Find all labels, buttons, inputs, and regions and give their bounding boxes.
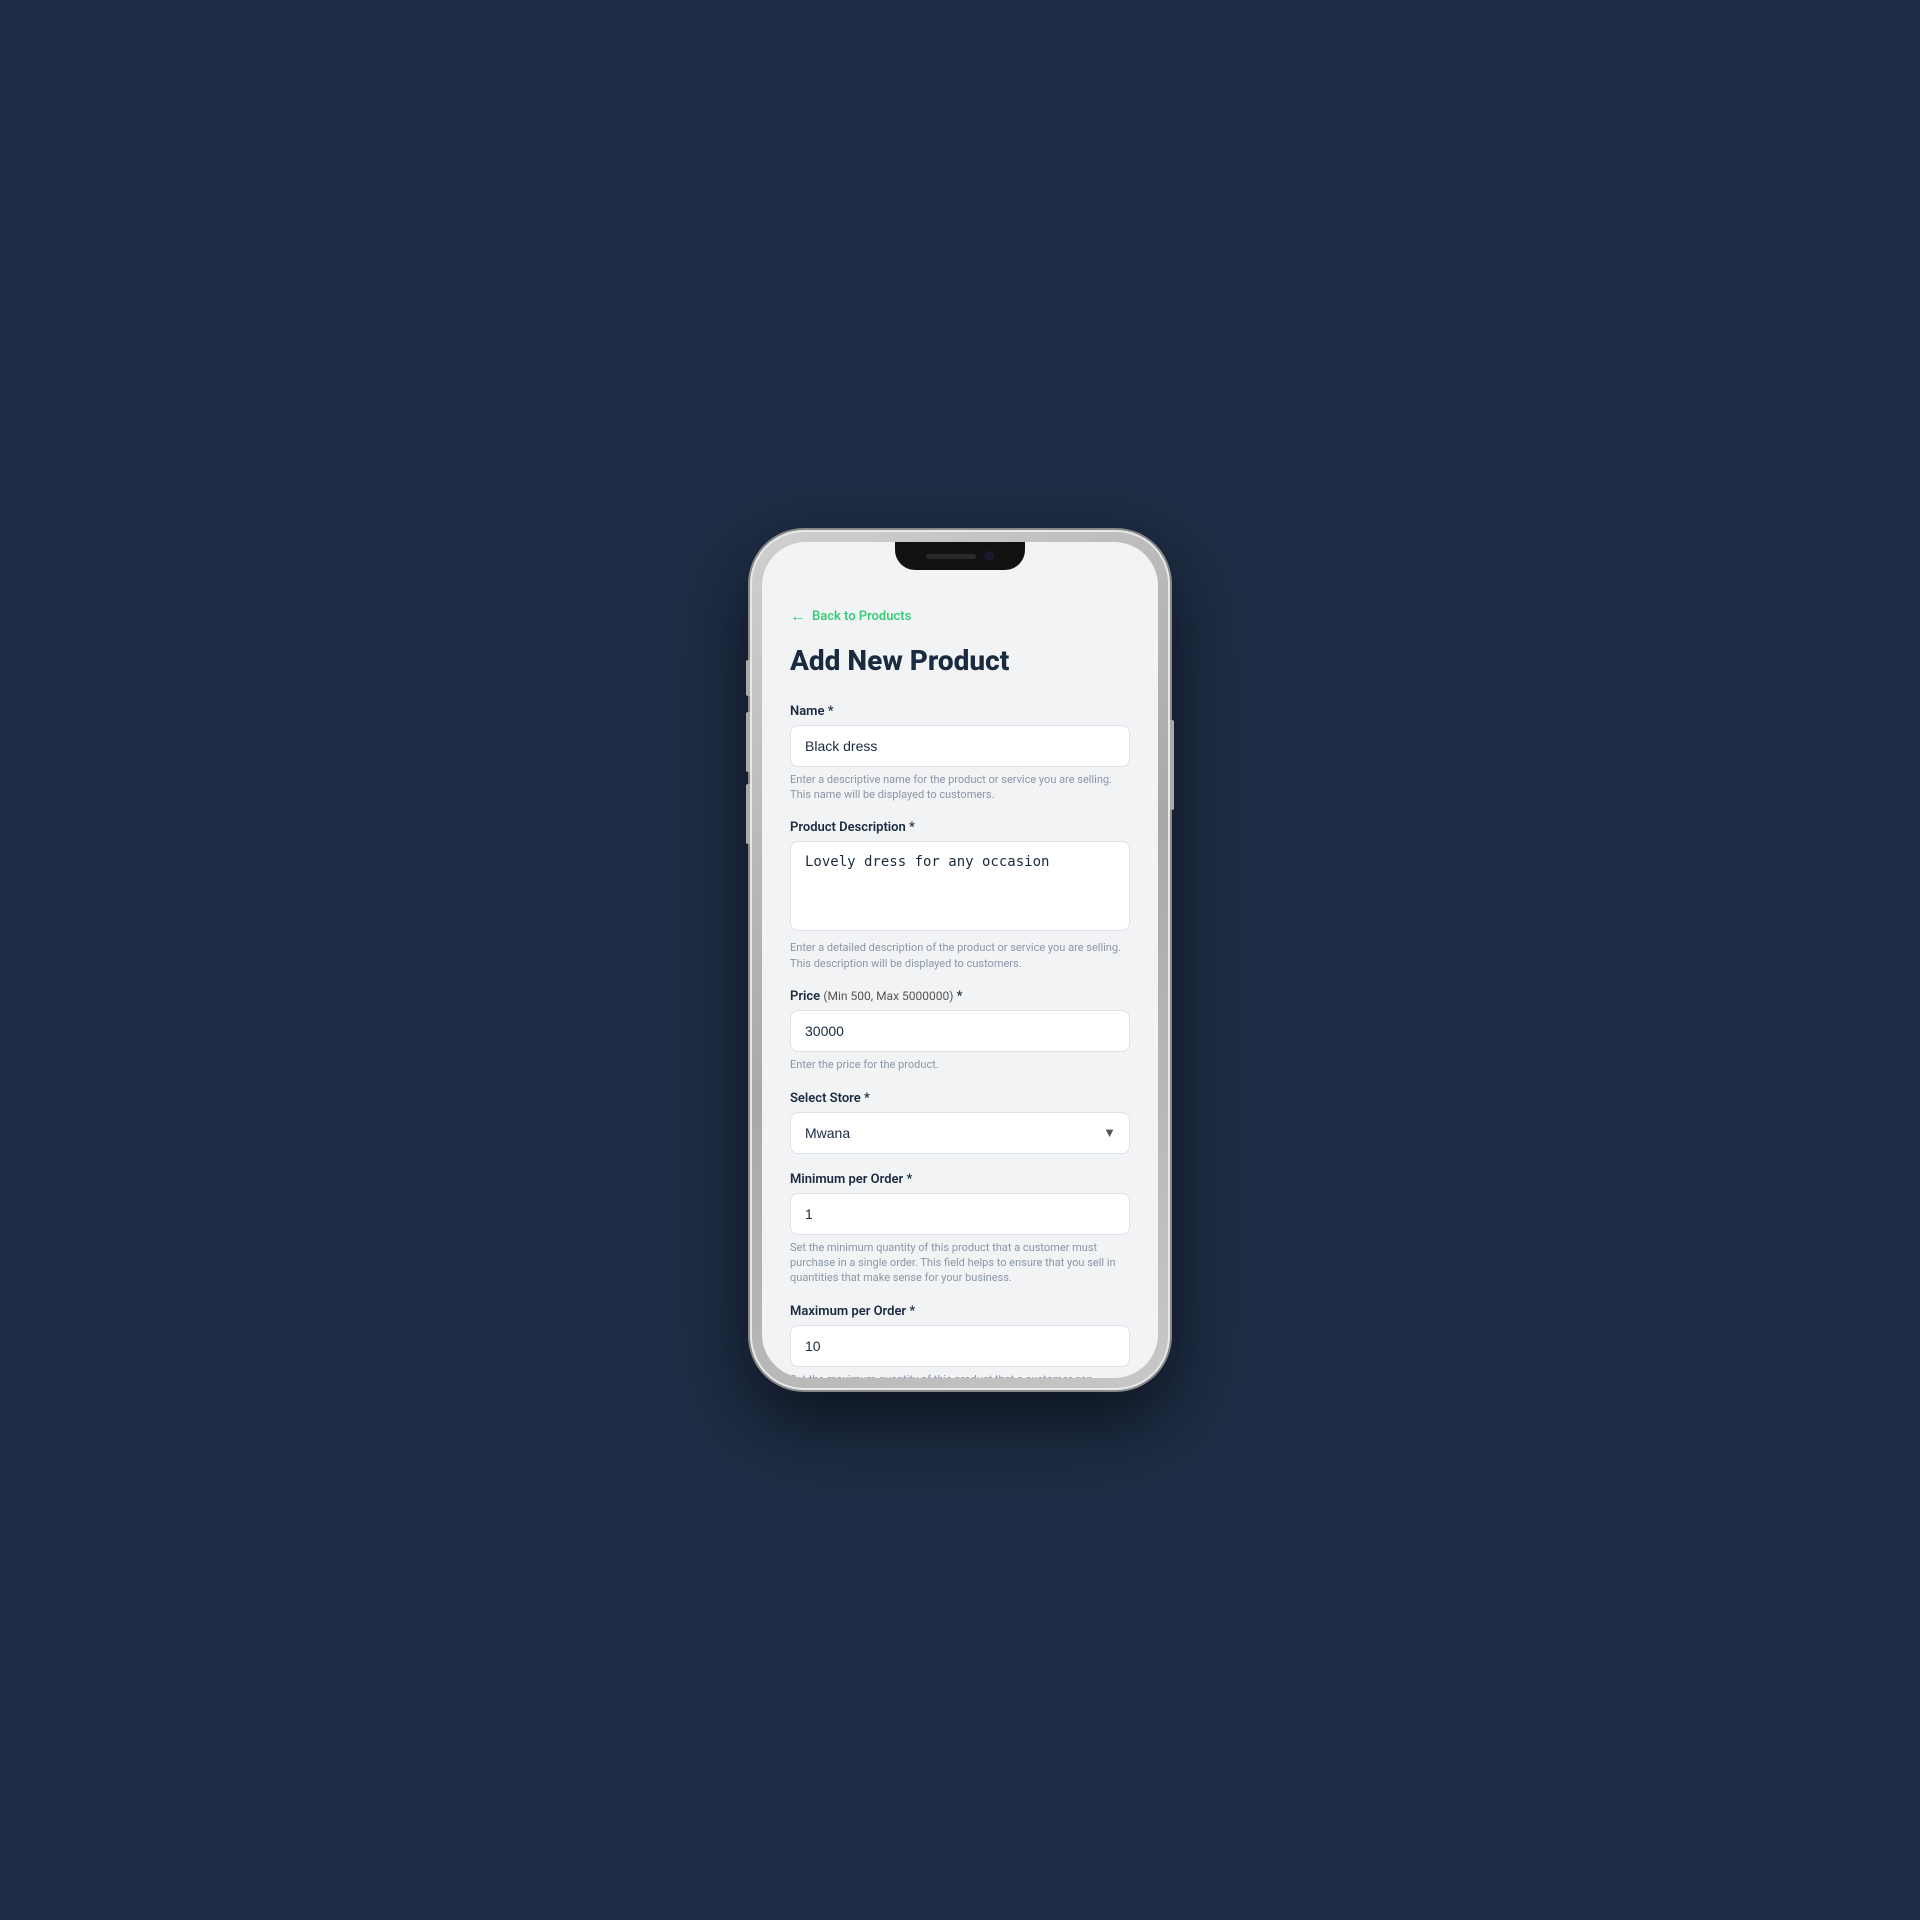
store-select-wrapper: Mwana Store 2 Store 3 ▼: [790, 1112, 1130, 1154]
description-hint: Enter a detailed description of the prod…: [790, 940, 1130, 971]
store-label: Select Store *: [790, 1091, 1130, 1106]
max-order-field-group: Maximum per Order * Set the maximum quan…: [790, 1304, 1130, 1378]
speaker: [926, 554, 976, 559]
volume-up-button: [746, 712, 750, 772]
description-field-group: Product Description * Enter a detailed d…: [790, 820, 1130, 971]
min-order-field-group: Minimum per Order * Set the minimum quan…: [790, 1172, 1130, 1286]
max-order-hint: Set the maximum quantity of this product…: [790, 1372, 1130, 1378]
name-label: Name *: [790, 704, 1130, 719]
screen-scroll-area[interactable]: ← Back to Products Add New Product Name …: [762, 542, 1158, 1378]
power-button: [1170, 720, 1174, 810]
front-camera: [984, 551, 994, 561]
price-label: Price (Min 500, Max 5000000) *: [790, 989, 1130, 1004]
phone-device: ← Back to Products Add New Product Name …: [750, 530, 1170, 1390]
price-field-group: Price (Min 500, Max 5000000) * Enter the…: [790, 989, 1130, 1072]
max-order-label: Maximum per Order *: [790, 1304, 1130, 1319]
min-order-label: Minimum per Order *: [790, 1172, 1130, 1187]
name-input[interactable]: [790, 725, 1130, 767]
description-label: Product Description *: [790, 820, 1130, 835]
price-hint: Enter the price for the product.: [790, 1057, 1130, 1072]
store-select[interactable]: Mwana Store 2 Store 3: [790, 1112, 1130, 1154]
price-input[interactable]: [790, 1010, 1130, 1052]
phone-screen: ← Back to Products Add New Product Name …: [762, 542, 1158, 1378]
mute-button: [746, 660, 750, 696]
volume-down-button: [746, 784, 750, 844]
min-order-input[interactable]: [790, 1193, 1130, 1235]
description-textarea[interactable]: [790, 841, 1130, 931]
back-arrow-icon: ←: [790, 606, 806, 626]
back-link[interactable]: ← Back to Products: [790, 606, 1130, 626]
name-field-group: Name * Enter a descriptive name for the …: [790, 704, 1130, 803]
name-hint: Enter a descriptive name for the product…: [790, 772, 1130, 803]
notch: [895, 542, 1025, 570]
min-order-hint: Set the minimum quantity of this product…: [790, 1240, 1130, 1286]
max-order-input[interactable]: [790, 1325, 1130, 1367]
store-field-group: Select Store * Mwana Store 2 Store 3 ▼: [790, 1091, 1130, 1154]
page-title: Add New Product: [790, 644, 1130, 678]
back-link-label: Back to Products: [812, 609, 911, 624]
